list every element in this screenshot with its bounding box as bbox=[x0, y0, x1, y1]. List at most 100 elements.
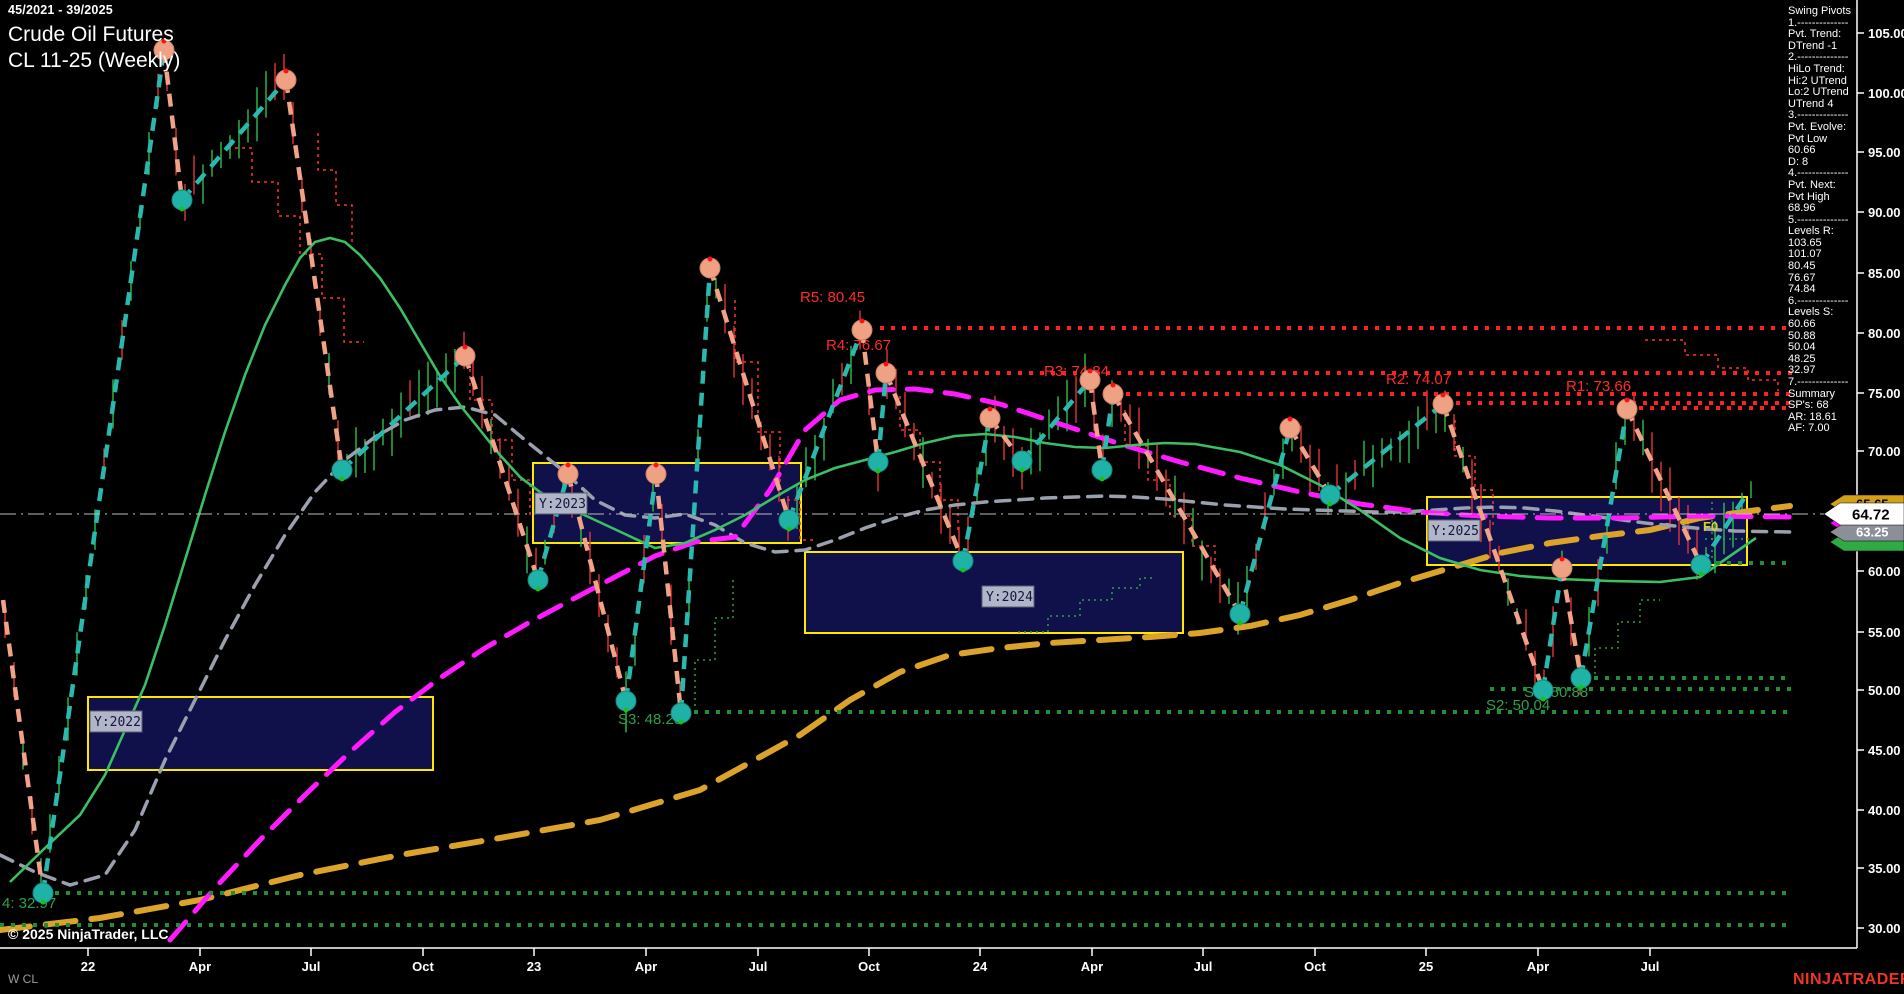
date-range-label: 45/2021 - 39/2025 bbox=[8, 3, 180, 17]
panel-line: AF: 7.00 bbox=[1788, 423, 1858, 435]
pivot-low-tick-icon bbox=[1699, 572, 1704, 577]
pivot-high-tick-icon bbox=[860, 319, 865, 324]
axes: 105.00 100.00 95.00 90.00 85.00 80.00 75.00 70.… bbox=[0, 0, 1904, 974]
pivot-low-tick-icon bbox=[1328, 502, 1333, 507]
pivot-low-tick-icon bbox=[1020, 468, 1025, 473]
time-tick-label: Apr bbox=[635, 959, 657, 974]
panel-line: Lo:2 UTrend bbox=[1788, 87, 1858, 99]
stop-step-red bbox=[1645, 340, 1778, 391]
pivot-low-tick-icon bbox=[180, 207, 185, 212]
time-tick-label: 22 bbox=[81, 959, 95, 974]
price-tick-label: 105.00 bbox=[1868, 26, 1904, 41]
fib-zero-label: F0 bbox=[1703, 519, 1718, 534]
instrument-title: Crude Oil Futures bbox=[8, 23, 180, 47]
time-tick-label: Jul bbox=[749, 959, 768, 974]
pivot-low-tick-icon bbox=[340, 477, 345, 482]
swing-leg-up bbox=[182, 80, 286, 200]
pivot-high-tick-icon bbox=[1111, 383, 1116, 388]
panel-line: Swing Pivots bbox=[1788, 6, 1858, 18]
pivot-low-tick-icon bbox=[1579, 685, 1584, 690]
price-tags: 65.6564.0763.2564.72 bbox=[1824, 495, 1904, 551]
panel-line: Pvt. Evolve: bbox=[1788, 122, 1858, 134]
price-tick-label: 95.00 bbox=[1868, 145, 1901, 160]
chart-header: 45/2021 - 39/2025 Crude Oil Futures CL 1… bbox=[8, 3, 180, 73]
pivot-markers bbox=[33, 39, 1711, 905]
price-tick-label: 60.00 bbox=[1868, 564, 1901, 579]
price-tick-label: 55.00 bbox=[1868, 625, 1901, 640]
pivot-low-tick-icon bbox=[1541, 697, 1546, 702]
pivot-low-tick-icon bbox=[41, 900, 46, 905]
swing-leg-down bbox=[886, 373, 963, 561]
pivot-high-tick-icon bbox=[1088, 369, 1093, 374]
pivot-high-tick-icon bbox=[566, 463, 571, 468]
swing-leg-up bbox=[342, 356, 465, 470]
panel-line: 60.66 bbox=[1788, 145, 1858, 157]
price-tick-label: 85.00 bbox=[1868, 266, 1901, 281]
year-chip-label: Y:2023 bbox=[539, 497, 586, 512]
pivot-low-tick-icon bbox=[679, 720, 684, 725]
pivot-low-tick-icon bbox=[961, 568, 966, 573]
time-tick-label: 23 bbox=[527, 959, 541, 974]
time-tick-label: Jul bbox=[302, 959, 321, 974]
panel-line: HiLo Trend: bbox=[1788, 64, 1858, 76]
pivot-high-tick-icon bbox=[463, 345, 468, 350]
price-bars bbox=[5, 54, 1751, 900]
chart-window: 45/2021 - 39/2025 Crude Oil Futures CL 1… bbox=[0, 0, 1904, 994]
time-tick-label: Oct bbox=[412, 959, 434, 974]
pivot-low-tick-icon bbox=[624, 708, 629, 713]
ma-gray bbox=[0, 407, 1790, 885]
ninjatrader-logo: NINJATRADER bbox=[1793, 971, 1904, 989]
time-tick-label: 25 bbox=[1419, 959, 1433, 974]
swing-leg-up bbox=[1022, 380, 1090, 461]
price-tick-label: 70.00 bbox=[1868, 444, 1901, 459]
panel-line: 60.66 bbox=[1788, 319, 1858, 331]
time-tick-label: Apr bbox=[1081, 959, 1103, 974]
pivot-low-tick-icon bbox=[1238, 621, 1243, 626]
resistance-label-R5: R5: 80.45 bbox=[800, 289, 865, 306]
pivot-high-tick-icon bbox=[1560, 557, 1565, 562]
price-tick-label: 100.00 bbox=[1868, 86, 1904, 101]
year-box[interactable] bbox=[88, 697, 433, 770]
swing-leg-down bbox=[465, 356, 538, 580]
year-chip-label: Y:2025 bbox=[1432, 524, 1479, 539]
year-chip-label: Y:2024 bbox=[986, 590, 1033, 605]
pivot-low-tick-icon bbox=[1100, 477, 1105, 482]
pivot-low-tick-icon bbox=[536, 587, 541, 592]
last-price-tag-label: 64.72 bbox=[1852, 507, 1890, 524]
price-tick-label: 80.00 bbox=[1868, 326, 1901, 341]
swing-leg-up bbox=[1240, 428, 1290, 614]
panel-line: 80.45 bbox=[1788, 261, 1858, 273]
pivot-high-tick-icon bbox=[708, 257, 713, 262]
swing-leg-down bbox=[1090, 380, 1102, 470]
swing-leg-up bbox=[1330, 404, 1443, 495]
panel-line: 68.96 bbox=[1788, 203, 1858, 215]
pivot-high-tick-icon bbox=[884, 362, 889, 367]
price-tick-label: 90.00 bbox=[1868, 205, 1901, 220]
contract-title: CL 11-25 (Weekly) bbox=[8, 49, 180, 73]
time-tick-label: Apr bbox=[189, 959, 211, 974]
pivot-high-tick-icon bbox=[1625, 398, 1630, 403]
pivot-high-tick-icon bbox=[988, 407, 993, 412]
pivot-high-tick-icon bbox=[1441, 393, 1446, 398]
time-tick-label: 24 bbox=[973, 959, 988, 974]
copyright-label: © 2025 NinjaTrader, LLC bbox=[8, 926, 169, 942]
swing-leg-down bbox=[1562, 568, 1581, 678]
price-tick-label: 30.00 bbox=[1868, 921, 1901, 936]
year-chip-label: Y:2022 bbox=[94, 715, 141, 730]
price-tick-label: 50.00 bbox=[1868, 683, 1901, 698]
price-tick-label: 75.00 bbox=[1868, 386, 1901, 401]
stop-step-green bbox=[695, 580, 733, 706]
instrument-tag: W CL bbox=[8, 972, 38, 986]
stop-step-red bbox=[228, 148, 364, 342]
time-tick-label: Oct bbox=[1304, 959, 1326, 974]
time-tick-label: Jul bbox=[1641, 959, 1660, 974]
time-tick-label: Oct bbox=[858, 959, 880, 974]
gray-ma-tag-label: 63.25 bbox=[1856, 525, 1889, 540]
stop-step-green bbox=[1595, 600, 1660, 674]
chart-canvas[interactable]: R5: 80.45R4: 76.67R3: 74.84R2: 74.07R1: … bbox=[0, 0, 1904, 994]
price-tick-label: 35.00 bbox=[1868, 861, 1901, 876]
panel-line: Pvt. Next: bbox=[1788, 180, 1858, 192]
pivot-low-tick-icon bbox=[787, 527, 792, 532]
price-tick-label: 45.00 bbox=[1868, 743, 1901, 758]
resistance-label-R2: R2: 74.07 bbox=[1386, 371, 1451, 388]
